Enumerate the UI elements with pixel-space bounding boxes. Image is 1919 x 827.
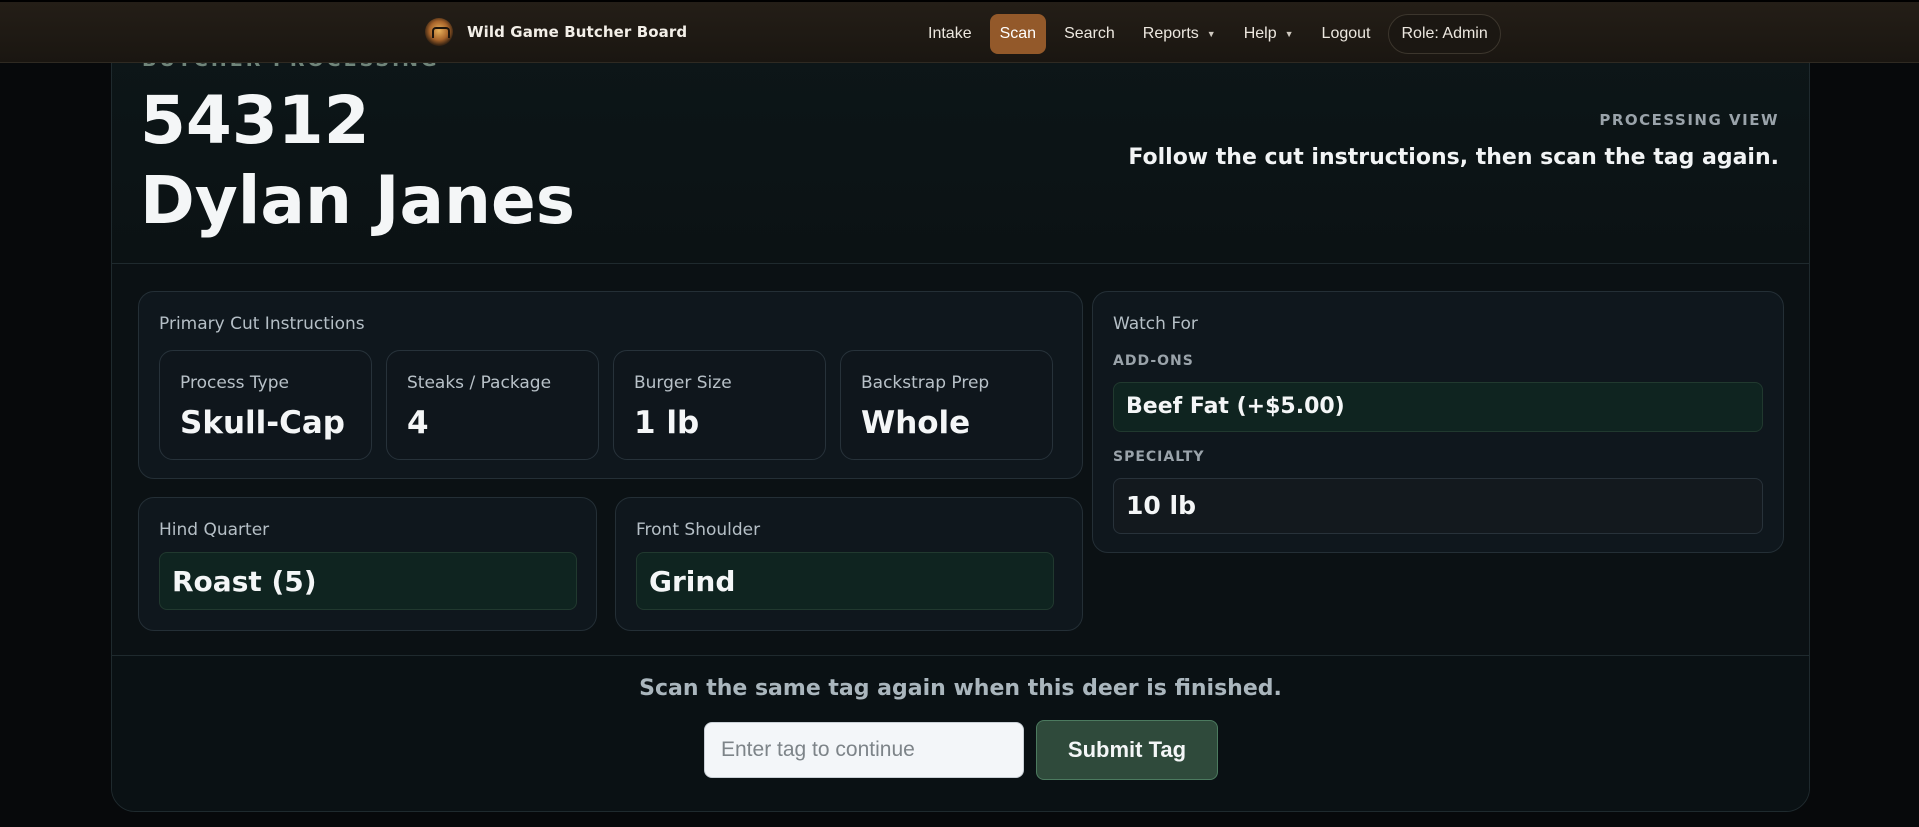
stat-burger-size: Burger Size 1 lb [613,350,826,460]
stat-steaks-per-package: Steaks / Package 4 [386,350,599,460]
stat-label: Process Type [180,373,289,393]
brand-name: Wild Game Butcher Board [467,23,688,41]
panel-title: Watch For [1113,314,1198,334]
stat-value: Whole [861,405,971,441]
footer-instruction: Scan the same tag again when this deer i… [639,676,1282,701]
brand[interactable]: Wild Game Butcher Board [425,18,687,46]
nav-help-dropdown[interactable]: Help ▼ [1234,14,1304,54]
card-header: BUTCHER PROCESSING 54312 Dylan Janes PRO… [112,41,1809,264]
processing-card: BUTCHER PROCESSING 54312 Dylan Janes PRO… [111,40,1810,812]
nav-scan[interactable]: Scan [989,14,1047,54]
nav-intake[interactable]: Intake [918,14,982,54]
addons-label: ADD-ONS [1113,353,1194,369]
value-text: Roast (5) [172,565,317,598]
antler-logo-icon [425,18,453,46]
addon-text: Beef Fat (+$5.00) [1126,394,1345,419]
tag-number: 54312 [140,82,370,159]
nav-logout-label: Logout [1321,25,1371,42]
scan-footer: Scan the same tag again when this deer i… [112,655,1809,811]
hind-quarter-panel: Hind Quarter Roast (5) [138,497,597,631]
nav-intake-label: Intake [928,25,972,42]
stat-value: 1 lb [634,405,700,441]
role-badge: Role: Admin [1388,14,1501,54]
nav-links: Intake Scan Search Reports ▼ Help ▼ Logout… [918,14,1501,54]
watch-for-panel: Watch For ADD-ONS Beef Fat (+$5.00) SPEC… [1092,291,1784,553]
nav-scan-label: Scan [999,25,1037,42]
specialty-label: SPECIALTY [1113,449,1205,465]
stat-value: 4 [407,405,429,441]
front-shoulder-value: Grind [636,552,1054,610]
nav-search[interactable]: Search [1054,14,1125,54]
stat-backstrap-prep: Backstrap Prep Whole [840,350,1053,460]
nav-search-label: Search [1064,25,1115,42]
panel-title: Primary Cut Instructions [159,314,365,334]
view-label: PROCESSING VIEW [1599,111,1779,129]
customer-name: Dylan Janes [140,162,576,239]
specialty-text: 10 lb [1126,491,1196,520]
front-shoulder-panel: Front Shoulder Grind [615,497,1083,631]
panel-title: Hind Quarter [159,520,270,540]
top-navbar: Wild Game Butcher Board Intake Scan Sear… [0,0,1919,63]
caret-down-icon: ▼ [1284,29,1294,39]
nav-help-label: Help [1243,25,1277,42]
primary-cut-panel: Primary Cut Instructions Process Type Sk… [138,291,1083,479]
stat-process-type: Process Type Skull-Cap [159,350,372,460]
hind-quarter-value: Roast (5) [159,552,577,610]
nav-reports-label: Reports [1142,25,1199,42]
specialty-item: 10 lb [1113,478,1763,534]
view-instruction: Follow the cut instructions, then scan t… [1128,145,1779,170]
addon-item: Beef Fat (+$5.00) [1113,382,1763,432]
stat-label: Steaks / Package [407,373,552,393]
nav-logout[interactable]: Logout [1312,14,1381,54]
caret-down-icon: ▼ [1206,29,1216,39]
stat-label: Burger Size [634,373,732,393]
stat-value: Skull-Cap [180,405,345,441]
tag-input[interactable] [704,722,1024,778]
panel-title: Front Shoulder [636,520,761,540]
submit-tag-button[interactable]: Submit Tag [1036,720,1218,780]
nav-reports-dropdown[interactable]: Reports ▼ [1133,14,1226,54]
stat-label: Backstrap Prep [861,373,990,393]
value-text: Grind [649,565,736,598]
